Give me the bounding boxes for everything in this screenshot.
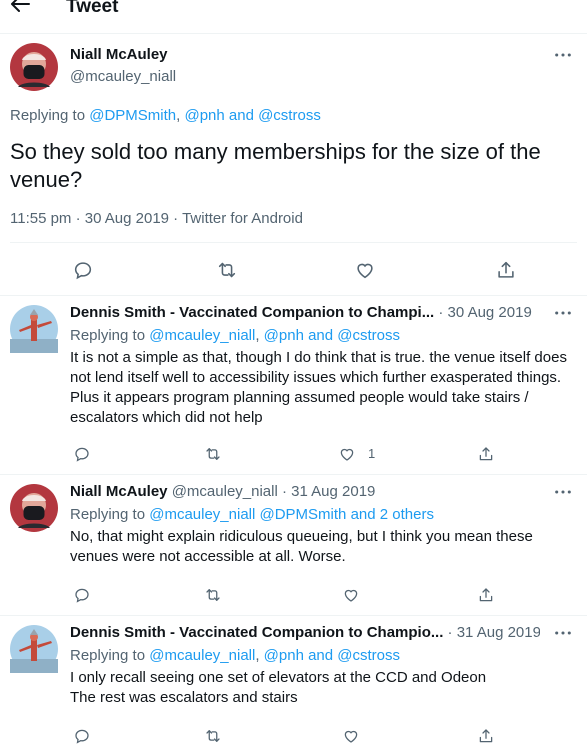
mention-link[interactable]: @pnh and @cstross bbox=[264, 647, 400, 664]
reply-tweet[interactable]: Dennis Smith - Vaccinated Companion to C… bbox=[0, 295, 587, 473]
mention-link[interactable]: @mcauley_niall @DPMSmith bbox=[149, 506, 346, 523]
like-count: 1 bbox=[368, 446, 376, 461]
author-name[interactable]: Dennis Smith - Vaccinated Companion to C… bbox=[70, 304, 434, 321]
reply-header: Dennis Smith - Vaccinated Companion to C… bbox=[70, 304, 540, 321]
mention-link[interactable]: and 2 others bbox=[351, 506, 434, 523]
reply-icon[interactable] bbox=[71, 258, 95, 282]
reply-header: Dennis Smith - Vaccinated Companion to C… bbox=[70, 624, 540, 641]
top-bar: Tweet bbox=[0, 0, 587, 20]
reply-icon[interactable] bbox=[72, 444, 92, 464]
mention-link[interactable]: @mcauley_niall bbox=[149, 327, 255, 344]
avatar[interactable] bbox=[10, 43, 58, 91]
mention-link[interactable]: @pnh and @cstross bbox=[184, 107, 320, 124]
replying-to: Replying to @mcauley_niall, @pnh and @cs… bbox=[70, 647, 400, 664]
mention-link[interactable]: @mcauley_niall bbox=[149, 647, 255, 664]
handle-and-date[interactable]: @mcauley_niall · 31 Aug 2019 bbox=[168, 483, 376, 500]
reply-icon[interactable] bbox=[72, 726, 92, 746]
share-icon[interactable] bbox=[494, 258, 518, 282]
avatar[interactable] bbox=[10, 484, 58, 532]
mention-link[interactable]: @DPMSmith bbox=[89, 107, 176, 124]
reply-tweet[interactable]: Dennis Smith - Vaccinated Companion to C… bbox=[0, 615, 587, 748]
retweet-icon[interactable] bbox=[203, 726, 223, 746]
replying-prefix: Replying to bbox=[70, 647, 150, 664]
replying-to: Replying to @mcauley_niall, @pnh and @cs… bbox=[70, 327, 400, 344]
retweet-icon[interactable] bbox=[203, 585, 223, 605]
share-icon[interactable] bbox=[476, 726, 496, 746]
more-options-icon[interactable] bbox=[553, 626, 573, 640]
tweet-text: I only recall seeing one set of elevator… bbox=[70, 669, 487, 706]
heart-icon[interactable] bbox=[341, 726, 361, 746]
divider bbox=[10, 242, 577, 243]
author-name[interactable]: Dennis Smith - Vaccinated Companion to C… bbox=[70, 624, 443, 641]
handle-and-date[interactable]: · 31 Aug 2019 bbox=[443, 624, 540, 641]
heart-icon[interactable] bbox=[341, 585, 361, 605]
replying-separator: , bbox=[255, 327, 264, 344]
reply-header: Niall McAuley @mcauley_niall · 31 Aug 20… bbox=[70, 483, 540, 500]
replying-prefix: Replying to bbox=[70, 327, 150, 344]
replying-to: Replying to @DPMSmith, @pnh and @cstross bbox=[10, 107, 321, 124]
tweet-text: No, that might explain ridiculous queuei… bbox=[70, 528, 533, 565]
share-icon[interactable] bbox=[476, 444, 496, 464]
author-handle[interactable]: @mcauley_niall bbox=[70, 68, 176, 85]
tweet-text: So they sold too many memberships for th… bbox=[10, 139, 541, 192]
tweet-actions bbox=[0, 258, 587, 282]
replying-prefix: Replying to bbox=[10, 107, 90, 124]
page-title: Tweet bbox=[66, 0, 119, 17]
retweet-icon[interactable] bbox=[203, 444, 223, 464]
back-arrow-icon[interactable] bbox=[8, 0, 32, 16]
author-name[interactable]: Niall McAuley bbox=[70, 46, 168, 63]
replying-separator: , bbox=[255, 647, 264, 664]
tweet-actions: 1 bbox=[0, 444, 587, 464]
heart-icon[interactable] bbox=[337, 444, 357, 464]
retweet-icon[interactable] bbox=[215, 258, 239, 282]
heart-icon[interactable] bbox=[353, 258, 377, 282]
tweet-text: It is not a simple as that, though I do … bbox=[70, 349, 567, 426]
more-options-icon[interactable] bbox=[553, 306, 573, 320]
more-options-icon[interactable] bbox=[553, 48, 573, 62]
tweet-actions bbox=[0, 585, 587, 605]
handle-and-date[interactable]: · 30 Aug 2019 bbox=[434, 304, 531, 321]
focal-tweet: Niall McAuley @mcauley_niall Replying to… bbox=[0, 33, 587, 295]
more-options-icon[interactable] bbox=[553, 485, 573, 499]
author-name[interactable]: Niall McAuley bbox=[70, 483, 168, 500]
avatar[interactable] bbox=[10, 305, 58, 353]
reply-icon[interactable] bbox=[72, 585, 92, 605]
tweet-actions bbox=[0, 726, 587, 746]
replying-prefix: Replying to bbox=[70, 506, 150, 523]
avatar[interactable] bbox=[10, 625, 58, 673]
replying-to: Replying to @mcauley_niall @DPMSmith and… bbox=[70, 506, 434, 523]
tweet-timestamp[interactable]: 11:55 pm · 30 Aug 2019 · Twitter for And… bbox=[10, 210, 303, 227]
mention-link[interactable]: @pnh and @cstross bbox=[264, 327, 400, 344]
share-icon[interactable] bbox=[476, 585, 496, 605]
reply-tweet[interactable]: Niall McAuley @mcauley_niall · 31 Aug 20… bbox=[0, 474, 587, 614]
